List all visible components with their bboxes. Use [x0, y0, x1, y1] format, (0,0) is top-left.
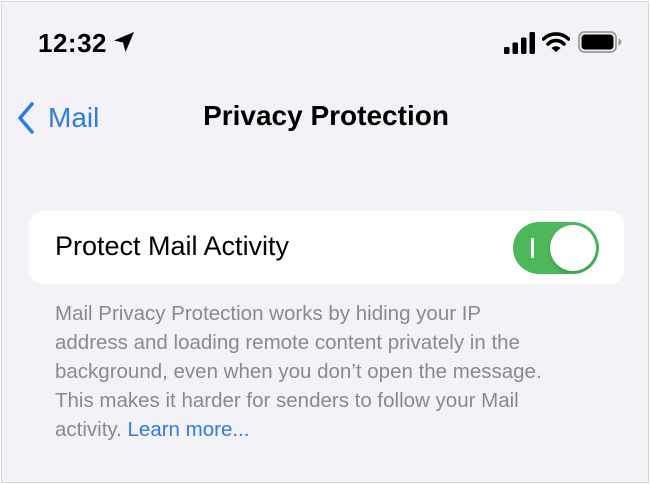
footer-line: Mail Privacy Protection works by hiding …	[55, 302, 482, 325]
toggle-knob	[550, 225, 596, 271]
toggle-on-indicator	[531, 238, 534, 258]
footer-line: This makes it harder for senders to foll…	[55, 389, 519, 412]
location-arrow-icon	[114, 32, 134, 52]
protect-mail-activity-toggle[interactable]	[513, 222, 599, 274]
status-time: 12:32	[38, 28, 107, 58]
navigation-bar: Mail Privacy Protection	[2, 82, 648, 154]
status-bar: 12:32	[2, 2, 648, 82]
settings-card: Protect Mail Activity	[29, 211, 624, 284]
page-title: Privacy Protection	[203, 100, 449, 131]
footer-line: address and loading remote content priva…	[55, 331, 520, 354]
phone-screen: 12:32 Mail Privacy Protection Protect Ma…	[1, 1, 649, 483]
learn-more-link[interactable]: Learn more...	[128, 418, 250, 441]
cellular-signal-icon	[504, 32, 535, 54]
protect-mail-activity-label: Protect Mail Activity	[55, 231, 290, 261]
wifi-icon	[542, 32, 570, 52]
battery-icon	[578, 31, 622, 53]
footer-line: background, even when you don’t open the…	[55, 360, 542, 383]
footer-line: activity.	[55, 418, 122, 441]
footer-description: Mail Privacy Protection works by hiding …	[55, 299, 615, 444]
